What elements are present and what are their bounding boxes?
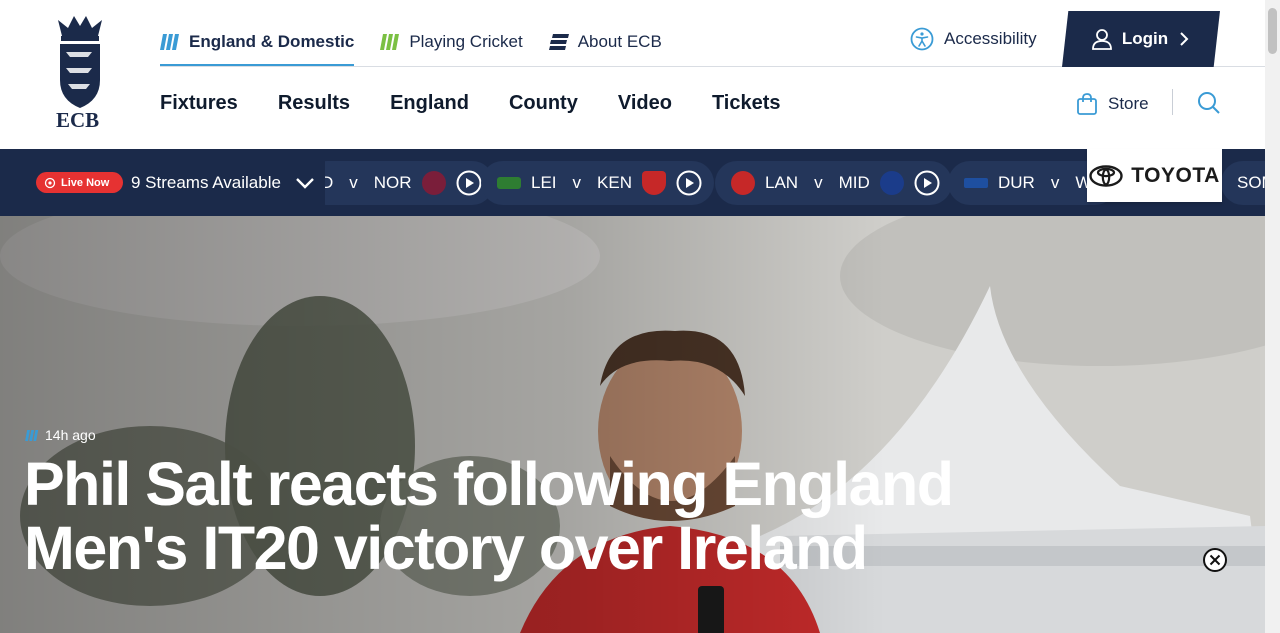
playing-cricket-icon [380,34,400,50]
fixture-card[interactable]: LEI v KEN [481,161,714,205]
fixture-card[interactable]: D v NOR [325,161,494,205]
home-team: LAN [765,173,799,192]
time-ago: 14h ago [45,427,96,443]
vertical-scrollbar[interactable] [1265,0,1280,633]
top-nav-label: England & Domestic [189,32,355,51]
top-nav-about-ecb[interactable]: About ECB [548,18,662,66]
main-nav-results[interactable]: Results [278,92,350,115]
home-team: LEI [531,173,557,192]
main-nav-tickets[interactable]: Tickets [712,92,781,115]
away-team: NOR [373,173,412,192]
shopping-bag-icon [1077,93,1097,115]
page: ECB England & Domestic Playing Cricket A… [0,0,1280,633]
main-nav-video[interactable]: Video [618,92,672,115]
login-label: Login [1121,29,1169,48]
user-icon [1091,29,1112,50]
sponsor-name: TOYOTA [1131,163,1220,187]
main-nav-england[interactable]: England [390,92,469,115]
main-nav-fixtures[interactable]: Fixtures [160,92,238,115]
home-crest-icon [731,171,755,195]
top-nav-england-domestic[interactable]: England & Domestic [160,18,355,67]
scrollbar-thumb[interactable] [1268,8,1277,54]
live-icon [44,177,56,188]
close-button[interactable] [1203,548,1227,572]
accessibility-icon [910,27,934,51]
top-nav-label: About ECB [577,32,662,51]
play-icon [676,170,702,196]
versus-label: v [1050,173,1060,192]
live-label: Live Now [61,176,110,189]
chevron-right-icon [1180,32,1189,46]
login-button[interactable]: Login [1062,11,1220,67]
search-button[interactable] [1197,91,1221,115]
fixture-card[interactable]: LAN v MID [715,161,952,205]
england-domestic-icon [25,429,39,441]
home-team: DUR [998,173,1035,192]
accessibility-button[interactable]: Accessibility [910,27,1037,51]
england-domestic-icon [160,34,179,50]
accessibility-label: Accessibility [944,29,1037,48]
away-team: KEN [597,173,632,192]
streams-dropdown-toggle[interactable] [294,173,316,193]
away-team: MID [838,173,870,192]
live-now-badge: Live Now [36,172,124,193]
three-lions-crest-icon [58,16,102,108]
top-nav-playing-cricket[interactable]: Playing Cricket [380,18,523,66]
about-ecb-icon [548,34,569,50]
close-icon [1209,554,1221,566]
toyota-sponsor-logo[interactable]: TOYOTA [1087,149,1222,202]
store-label: Store [1108,94,1149,113]
top-nav-label: Playing Cricket [409,32,523,51]
main-nav-county[interactable]: County [509,92,578,115]
home-crest-icon [497,177,521,189]
chevron-down-icon [296,178,314,189]
search-icon [1198,92,1220,114]
logo-text: ECB [56,108,100,132]
away-crest-icon [642,171,666,195]
site-header: ECB England & Domestic Playing Cricket A… [0,0,1265,149]
hero-timestamp: 14h ago [25,427,96,443]
main-nav: Fixtures Results England County Video Ti… [160,92,781,115]
away-crest-icon [879,171,904,195]
streams-available: 9 Streams Available [131,173,281,192]
home-crest-icon [964,178,988,188]
hero-banner[interactable]: 14h ago Phil Salt reacts following Engla… [0,216,1265,633]
hero-headline[interactable]: Phil Salt reacts following England Men's… [24,452,984,580]
top-nav: England & Domestic Playing Cricket About… [160,18,662,67]
versus-label: v [814,173,823,192]
home-team: SOM [1237,173,1265,192]
versus-label: v [349,173,358,192]
store-link[interactable]: Store [1076,92,1149,116]
fixture-card[interactable]: SOM [1221,161,1265,205]
live-streams-strip: Live Now 9 Streams Available D v NOR LEI [0,149,1265,216]
home-team: D [325,173,334,192]
away-crest-icon [421,171,446,195]
play-icon [456,170,482,196]
toyota-emblem-icon [1089,164,1123,187]
play-icon [914,170,940,196]
versus-label: v [572,173,582,192]
divider [1172,89,1173,115]
